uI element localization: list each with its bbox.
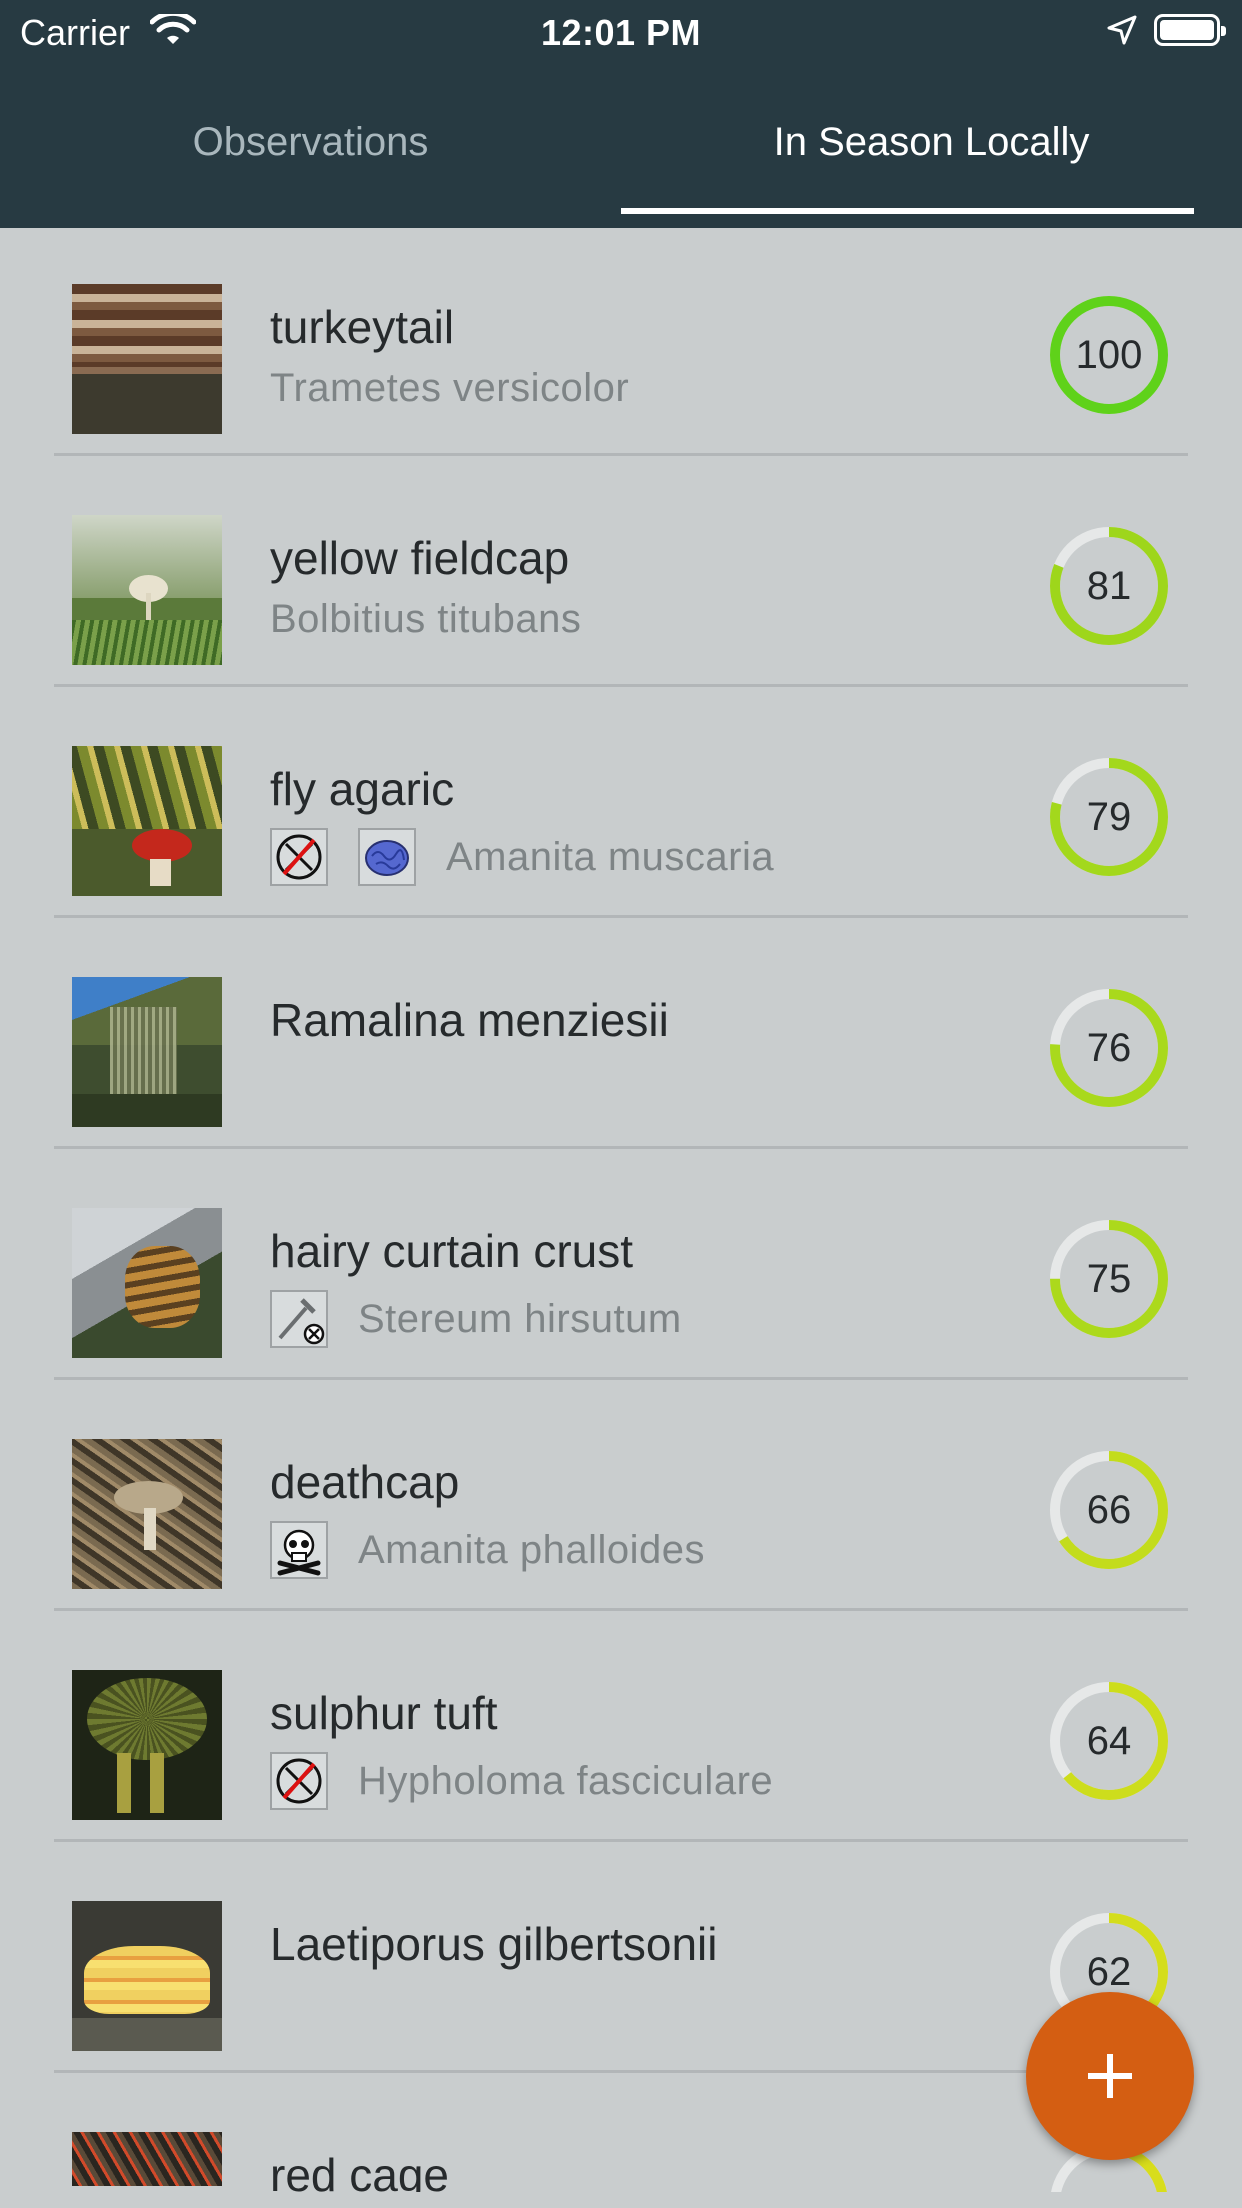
common-name: yellow fieldcap: [270, 532, 570, 584]
season-score: 81: [1086, 564, 1132, 608]
list-item[interactable]: fly agaric Amanita muscaria 79: [54, 690, 1188, 918]
scientific-name: Stereum hirsutum: [358, 1296, 682, 1341]
season-score-gauge: 100: [1048, 294, 1170, 416]
season-score: 64: [1086, 1719, 1132, 1763]
tab-observations[interactable]: Observations: [0, 100, 621, 228]
season-score-gauge: 64: [1048, 1680, 1170, 1802]
scientific-name: Amanita muscaria: [446, 834, 775, 879]
status-bar: Carrier 12:01 PM: [0, 0, 1242, 62]
app-header: Carrier 12:01 PM Observations In Season …: [0, 0, 1242, 228]
common-name: sulphur tuft: [270, 1687, 498, 1739]
list-item[interactable]: Ramalina menziesii 76: [54, 921, 1188, 1149]
psychoactive-brain-icon[interactable]: [358, 828, 416, 886]
location-arrow-icon: [1107, 15, 1137, 45]
species-photo: [72, 1670, 222, 1820]
scientific-name: Amanita phalloides: [358, 1527, 705, 1572]
list-item[interactable]: deathcap Amanita phalloides 66: [54, 1383, 1188, 1611]
not-edible-icon[interactable]: [270, 1752, 328, 1810]
common-name: red cage: [270, 2149, 450, 2192]
species-photo: [72, 515, 222, 665]
season-score-gauge: 81: [1048, 525, 1170, 647]
species-photo: [72, 284, 222, 434]
common-name: Laetiporus gilbertsonii: [270, 1918, 718, 1970]
season-score-gauge: 76: [1048, 987, 1170, 1109]
list-item[interactable]: red cage: [54, 2076, 1188, 2192]
species-photo: [72, 977, 222, 1127]
battery-icon: [1154, 14, 1226, 46]
season-score: 100: [1075, 333, 1143, 377]
season-score-gauge: 66: [1048, 1449, 1170, 1571]
list-item[interactable]: Laetiporus gilbertsonii 62: [54, 1845, 1188, 2073]
species-subline: Stereum hirsutum: [270, 1290, 682, 1350]
list-item[interactable]: sulphur tuft Hypholoma fasciculare 64: [54, 1614, 1188, 1842]
species-photo: [72, 1208, 222, 1358]
clock: 12:01 PM: [540, 12, 702, 53]
species-subline: Amanita muscaria: [270, 828, 774, 888]
scientific-name: Trametes versicolor: [270, 366, 630, 410]
species-photo: [72, 1439, 222, 1589]
list-item[interactable]: turkeytail Trametes versicolor 100: [54, 228, 1188, 456]
species-photo: [72, 1901, 222, 2051]
add-observation-button[interactable]: [1026, 1992, 1194, 2160]
common-name: turkeytail: [270, 301, 455, 353]
season-score: 75: [1086, 1257, 1132, 1301]
inedible-fork-icon[interactable]: [270, 1290, 328, 1348]
season-score: 66: [1086, 1488, 1132, 1532]
not-edible-icon[interactable]: [270, 828, 328, 886]
common-name: fly agaric: [270, 763, 455, 815]
poisonous-skull-icon[interactable]: [270, 1521, 328, 1579]
season-score-gauge: 79: [1048, 756, 1170, 878]
active-tab-indicator: [621, 208, 1194, 214]
common-name: hairy curtain crust: [270, 1225, 634, 1277]
species-subline: Hypholoma fasciculare: [270, 1752, 773, 1812]
common-name: deathcap: [270, 1456, 460, 1508]
list-item[interactable]: hairy curtain crust Stereum hirsutum 75: [54, 1152, 1188, 1380]
season-score: 79: [1086, 795, 1132, 839]
scientific-name: Bolbitius titubans: [270, 597, 582, 641]
species-photo: [72, 746, 222, 896]
scientific-name: Hypholoma fasciculare: [358, 1758, 774, 1803]
season-score: 76: [1086, 1026, 1132, 1070]
list-item[interactable]: yellow fieldcap Bolbitius titubans 81: [54, 459, 1188, 687]
species-photo: [72, 2132, 222, 2186]
species-subline: Amanita phalloides: [270, 1521, 705, 1581]
season-score-gauge: 75: [1048, 1218, 1170, 1340]
tab-bar: Observations In Season Locally: [0, 100, 1242, 228]
common-name: Ramalina menziesii: [270, 994, 669, 1046]
